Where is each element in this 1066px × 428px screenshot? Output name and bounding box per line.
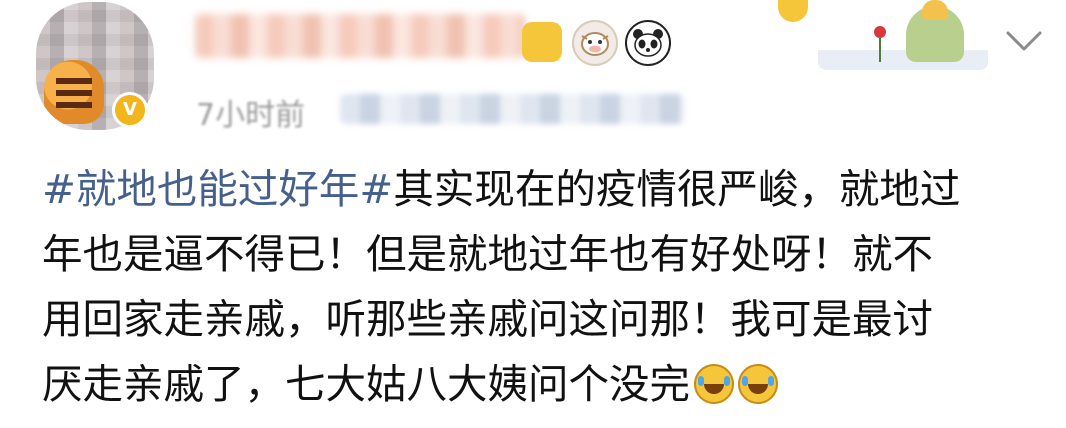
laugh-cry-emoji-icon	[694, 364, 734, 404]
cow-face-glyph	[581, 32, 609, 56]
username-blurred[interactable]	[195, 14, 525, 58]
panda-badge-icon[interactable]	[625, 20, 671, 66]
rose-icon	[874, 26, 886, 62]
post-line-1: #就地也能过好年#其实现在的疫情很严峻，就地过	[42, 157, 1032, 222]
hashtag-link[interactable]: #就地也能过好年#	[42, 165, 393, 213]
post-line-text: 其实现在的疫情很严峻，就地过	[393, 165, 961, 213]
verified-v-icon: V	[112, 92, 148, 128]
gift-badge-icon[interactable]	[522, 22, 562, 62]
moon-decoration-icon	[778, 0, 808, 22]
post-line-text: 厌走亲戚了，七大姑八大姨问个没完	[42, 360, 690, 408]
card-decoration-little-prince	[818, 0, 988, 70]
post-line-4: 厌走亲戚了，七大姑八大姨问个没完	[42, 352, 1032, 417]
post-source-blurred	[340, 94, 685, 124]
chevron-down-glyph	[1006, 31, 1042, 51]
chevron-down-icon[interactable]	[1004, 28, 1044, 54]
post-body: #就地也能过好年#其实现在的疫情很严峻，就地过 年也是逼不得已！但是就地过年也有…	[42, 157, 1032, 417]
post-timestamp: 7小时前	[196, 98, 306, 133]
cow-badge-icon[interactable]	[572, 20, 618, 66]
post-line-3: 用回家走亲戚，听那些亲戚问这问那！我可是最讨	[42, 295, 933, 343]
little-prince-icon	[906, 0, 964, 62]
laugh-cry-emoji-icon	[738, 364, 778, 404]
panda-face-glyph	[633, 29, 663, 57]
post-line-2: 年也是逼不得已！但是就地过年也有好处呀！就不	[42, 230, 933, 278]
avatar-tiger-image	[44, 60, 104, 124]
